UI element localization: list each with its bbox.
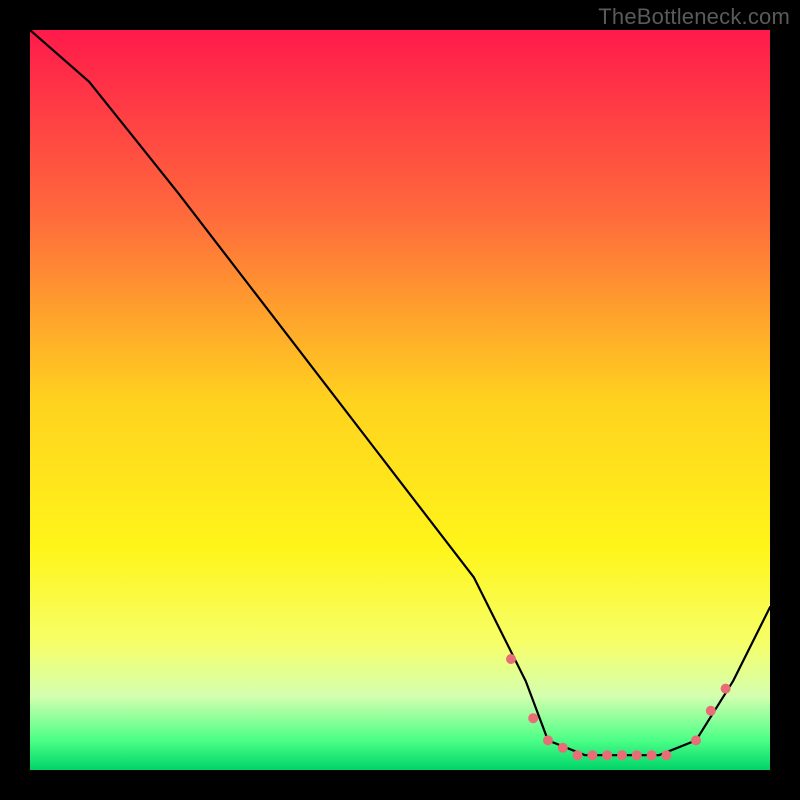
marker-point xyxy=(632,750,642,760)
watermark-text: TheBottleneck.com xyxy=(598,4,790,30)
marker-point xyxy=(661,750,671,760)
marker-point xyxy=(587,750,597,760)
marker-point xyxy=(602,750,612,760)
marker-point xyxy=(558,743,568,753)
chart-svg xyxy=(30,30,770,770)
marker-point xyxy=(506,654,516,664)
marker-point xyxy=(706,706,716,716)
chart-frame: TheBottleneck.com xyxy=(0,0,800,800)
marker-point xyxy=(691,735,701,745)
marker-point xyxy=(573,750,583,760)
marker-point xyxy=(528,713,538,723)
gradient-background xyxy=(30,30,770,770)
marker-point xyxy=(647,750,657,760)
marker-point xyxy=(721,684,731,694)
marker-point xyxy=(543,735,553,745)
plot-area xyxy=(30,30,770,770)
marker-point xyxy=(617,750,627,760)
